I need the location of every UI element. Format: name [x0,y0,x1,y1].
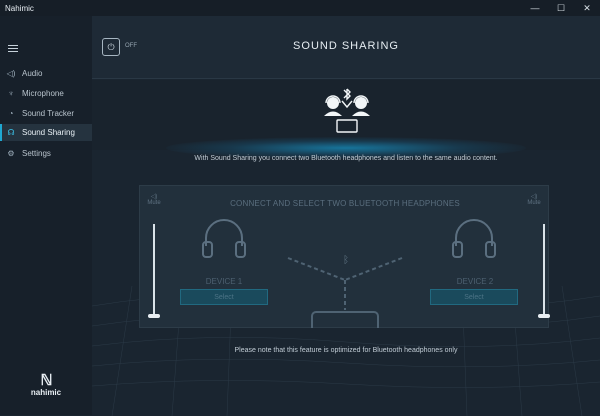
nahimic-logo: ℕ nahimic [0,371,92,397]
sidebar-item-label: Sound Tracker [22,109,75,118]
headphones-device-2-icon [452,219,496,258]
sidebar-item-label: Microphone [22,89,64,98]
sidebar-item-audio[interactable]: ◁) Audio [0,65,92,82]
sidebar-item-sound-tracker[interactable]: ◔ Sound Tracker [0,105,92,122]
bluetooth-icon: ᛒ [343,255,349,266]
left-mute-label: Mute [147,200,161,206]
sidebar-item-sound-sharing[interactable]: ☊ Sound Sharing [0,124,92,141]
panel-title: CONNECT AND SELECT TWO BLUETOOTH HEADPHO… [230,199,460,208]
hero-banner [92,80,600,159]
close-button[interactable]: ✕ [574,0,600,16]
device-2-select-button[interactable]: Select [430,289,518,305]
bluetooth-note: Please note that this feature is optimiz… [234,347,458,354]
sidebar-item-settings[interactable]: ⚙ Settings [0,145,92,162]
window-controls: — ☐ ✕ [522,0,600,16]
page-header: ⏻ OFF SOUND SHARING [92,16,600,79]
sidebar-item-label: Sound Sharing [22,128,75,137]
device-pairing-panel: CONNECT AND SELECT TWO BLUETOOTH HEADPHO… [139,185,550,328]
right-volume-icon: ◁) [530,194,538,200]
hamburger-menu-icon[interactable] [8,45,18,54]
right-volume-slider-handle[interactable] [538,314,550,318]
sidebar-item-microphone[interactable]: ♆ Microphone [0,85,92,102]
device-1-label: DEVICE 1 [205,277,243,286]
sidebar: ◁) Audio ♆ Microphone ◔ Sound Tracker ☊ … [0,16,92,415]
device-2-label: DEVICE 2 [456,277,494,286]
title-bar: Nahimic — ☐ ✕ [0,0,600,16]
feature-description: With Sound Sharing you connect two Bluet… [194,155,498,162]
right-mute-label: Mute [527,200,541,206]
sound-sharing-icon: ☊ [7,128,15,137]
sidebar-item-label: Audio [22,69,43,78]
logo-mark-icon: ℕ [40,372,52,389]
minimize-button[interactable]: — [522,0,548,16]
microphone-icon: ♆ [8,89,14,98]
two-users-sharing-icon [324,88,370,133]
device-1-select-button[interactable]: Select [180,289,268,305]
headphones-device-1-icon [202,219,246,258]
left-mute-control[interactable]: ◁) Mute [146,193,162,206]
app-title: Nahimic [5,3,34,13]
left-volume-icon: ◁) [150,194,158,200]
left-volume-slider[interactable] [153,224,155,316]
sound-tracker-icon: ◔ [8,109,14,118]
speaker-icon: ◁) [6,69,16,78]
right-volume-slider[interactable] [543,224,545,316]
right-mute-control[interactable]: ◁) Mute [526,193,542,206]
logo-text: nahimic [30,388,62,397]
sidebar-item-label: Settings [22,149,51,158]
left-volume-slider-handle[interactable] [148,314,160,318]
page-title: SOUND SHARING [293,40,399,52]
main-content: ⏻ OFF SOUND SHARING With Sound Sharing y… [92,16,600,416]
gear-icon: ⚙ [7,149,15,158]
maximize-button[interactable]: ☐ [548,0,574,16]
